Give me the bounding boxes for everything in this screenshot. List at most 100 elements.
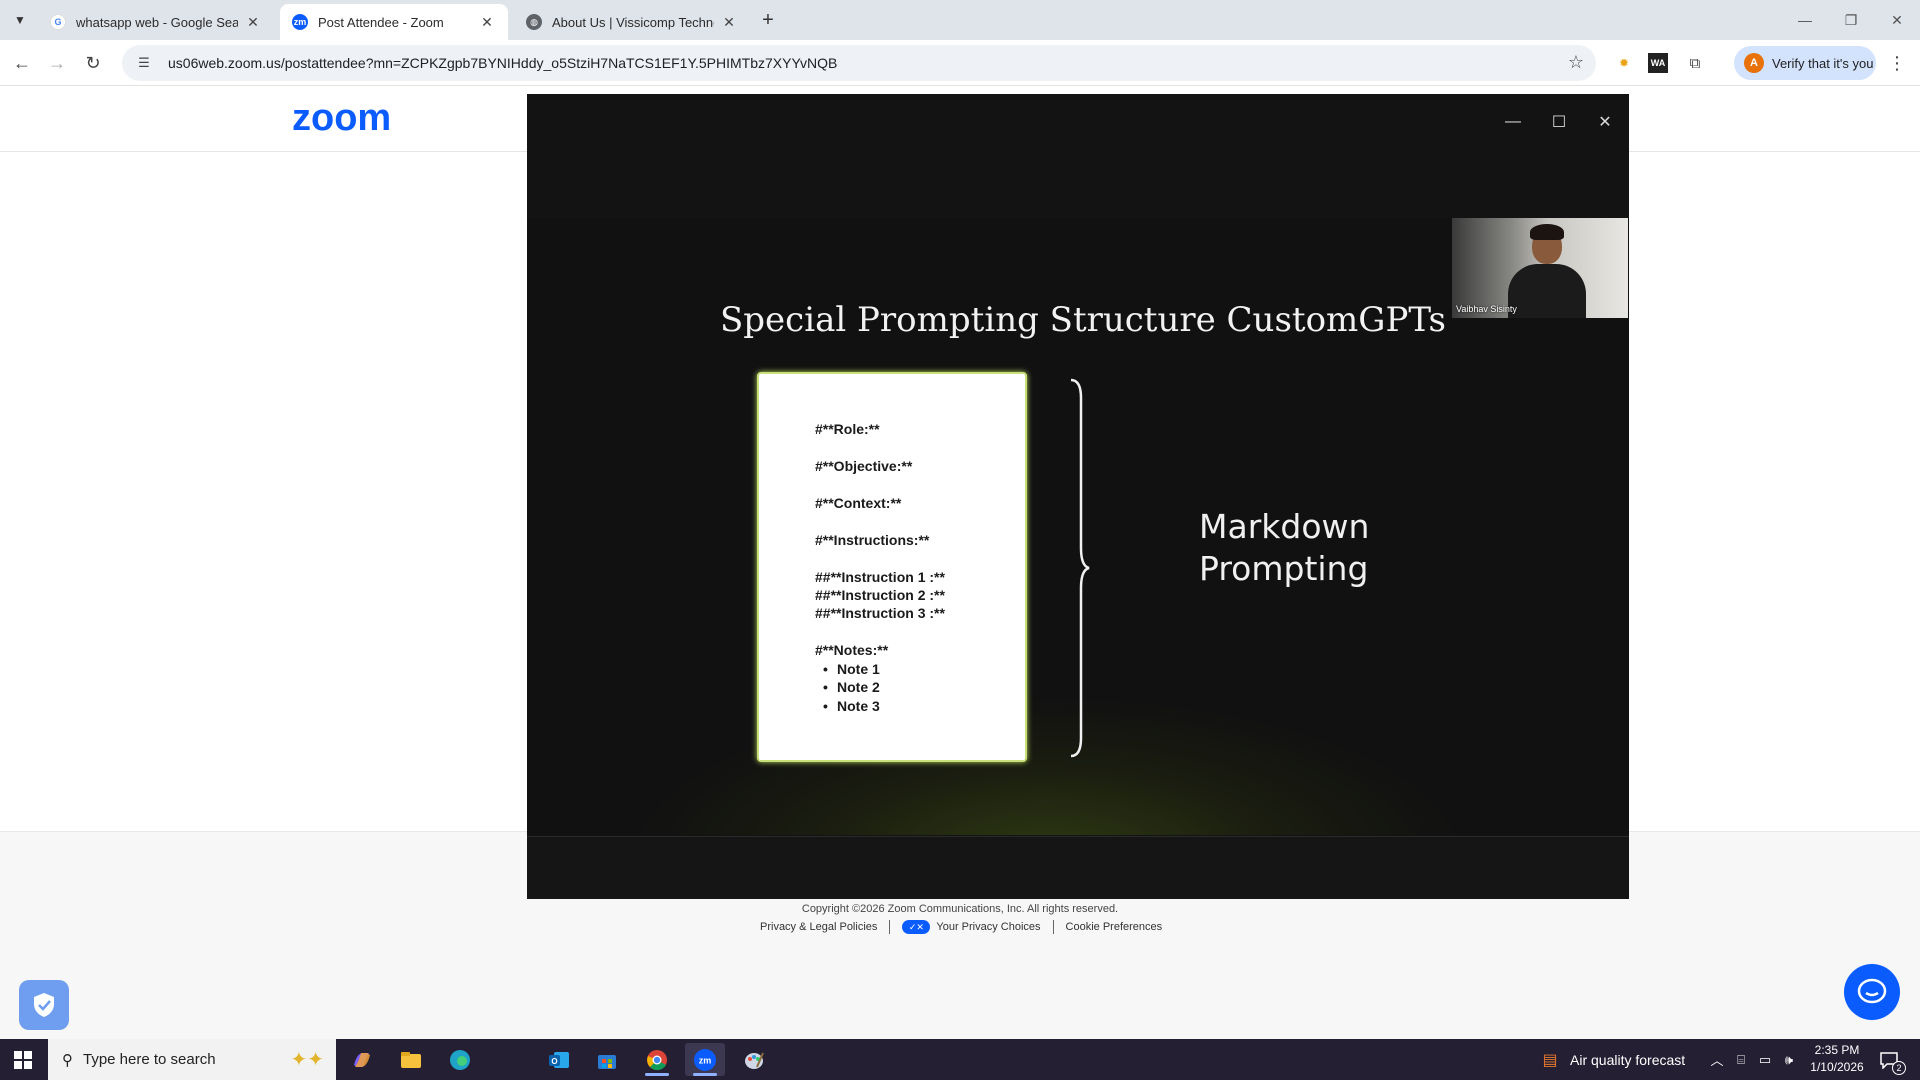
code-line: #**Objective:** bbox=[815, 458, 913, 474]
privacy-choices-toggle-icon: ✓✕ bbox=[902, 920, 931, 934]
copyright-label: Copyright ©2026 Zoom Communications, Inc… bbox=[801, 903, 1119, 915]
reload-icon[interactable]: ↻ bbox=[81, 51, 105, 75]
search-icon: ⚲ bbox=[62, 1051, 73, 1069]
tab-post-attendee-zoom[interactable]: zm Post Attendee - Zoom ✕ bbox=[280, 4, 508, 40]
divider bbox=[1052, 920, 1054, 934]
url-text: us06web.zoom.us/postattendee?mn=ZCPKZgpb… bbox=[168, 55, 838, 71]
meet-now-icon[interactable]: ⌸ bbox=[1730, 1039, 1752, 1080]
close-tab-icon[interactable]: ✕ bbox=[244, 13, 262, 31]
weather-label: Air quality forecast bbox=[1570, 1051, 1686, 1068]
code-line: ##**Instruction 1 :** bbox=[815, 569, 945, 585]
minimize-icon[interactable]: — bbox=[1499, 108, 1527, 136]
tab-title: Post Attendee - Zoom bbox=[318, 14, 444, 30]
copilot-icon[interactable] bbox=[342, 1043, 382, 1076]
puzzle-icon[interactable]: ⧉ bbox=[1685, 53, 1705, 73]
privacy-choices-link[interactable]: Your Privacy Choices bbox=[936, 921, 1040, 933]
cookie-preferences-link[interactable]: Cookie Preferences bbox=[1066, 921, 1163, 933]
close-window-button[interactable]: ✕ bbox=[1874, 0, 1920, 40]
avatar: A bbox=[1744, 53, 1764, 73]
close-tab-icon[interactable]: ✕ bbox=[720, 13, 738, 31]
chat-bubble-icon[interactable] bbox=[1844, 964, 1900, 1020]
site-info-icon[interactable]: ☰ bbox=[134, 53, 154, 73]
shared-slide: Special Prompting Structure CustomGPTs #… bbox=[527, 218, 1629, 835]
chevron-up-icon[interactable]: ︿ bbox=[1706, 1039, 1728, 1080]
code-line: #**Context:** bbox=[815, 495, 902, 511]
close-tab-icon[interactable]: ✕ bbox=[478, 13, 496, 31]
label-line: Prompting bbox=[1199, 549, 1369, 588]
label-line: Markdown bbox=[1199, 507, 1370, 546]
address-bar[interactable]: ☰ us06web.zoom.us/postattendee?mn=ZCPKZg… bbox=[122, 45, 1596, 81]
bookmark-star-icon[interactable]: ☆ bbox=[1568, 52, 1584, 73]
code-line: ##**Instruction 3 :** bbox=[815, 605, 945, 621]
honey-icon[interactable]: ✹ bbox=[1614, 53, 1634, 73]
copyright-text: Copyright ©2026 Zoom Communications, Inc… bbox=[0, 903, 1920, 915]
maximize-icon[interactable]: ☐ bbox=[1545, 108, 1573, 136]
store-icon[interactable] bbox=[587, 1043, 627, 1076]
forward-arrow-icon[interactable]: → bbox=[45, 51, 69, 75]
note-item: Note 2 bbox=[823, 679, 880, 695]
search-placeholder: Type here to search bbox=[83, 1051, 216, 1068]
svg-text:O: O bbox=[551, 1057, 557, 1066]
browser-menu-icon[interactable]: ⋮ bbox=[1886, 52, 1908, 74]
outlook-icon[interactable]: O bbox=[539, 1043, 579, 1076]
participant-name: Vaibhav Sisinty bbox=[1456, 304, 1517, 314]
taskbar-search-box[interactable]: ⚲ Type here to search ✦✦ bbox=[48, 1039, 336, 1080]
tab-title: About Us | Vissicomp Technolo bbox=[552, 14, 714, 30]
svg-text:zm: zm bbox=[699, 1055, 712, 1065]
zoom-meeting-window: — ☐ ✕ Special Prompting Structure Custom… bbox=[527, 94, 1629, 899]
curly-brace-icon bbox=[1070, 378, 1090, 758]
system-clock[interactable]: 2:35 PM 1/10/2026 bbox=[1802, 1042, 1872, 1076]
meeting-bottom-bar bbox=[527, 836, 1629, 899]
markdown-template-box: #**Role:** #**Objective:** #**Context:**… bbox=[757, 372, 1027, 762]
markdown-prompting-label: Markdown Prompting bbox=[1199, 506, 1369, 590]
air-quality-icon: ▤ bbox=[1542, 1051, 1558, 1069]
person-hair bbox=[1530, 224, 1564, 240]
footer-links: Privacy & Legal Policies ✓✕ Your Privacy… bbox=[760, 919, 1162, 935]
note-item: Note 1 bbox=[823, 661, 880, 677]
weather-widget[interactable]: ▤ Air quality forecast bbox=[1540, 1039, 1685, 1080]
divider bbox=[889, 920, 891, 934]
note-item: Note 3 bbox=[823, 698, 880, 714]
privacy-legal-link[interactable]: Privacy & Legal Policies bbox=[760, 921, 877, 933]
new-tab-button[interactable]: + bbox=[756, 8, 780, 32]
code-line: #**Notes:** bbox=[815, 642, 889, 658]
running-indicator bbox=[693, 1073, 717, 1076]
notification-count: 2 bbox=[1892, 1061, 1906, 1075]
edge-icon[interactable] bbox=[440, 1043, 480, 1076]
zoom-icon[interactable]: zm bbox=[685, 1043, 725, 1076]
back-arrow-icon[interactable]: ← bbox=[10, 51, 34, 75]
browser-tab-bar: ▼ G whatsapp web - Google Search ✕ zm Po… bbox=[0, 0, 1920, 40]
clock-date: 1/10/2026 bbox=[1810, 1060, 1864, 1074]
minimize-window-button[interactable]: — bbox=[1782, 0, 1828, 40]
code-line: #**Role:** bbox=[815, 421, 880, 437]
clock-time: 2:35 PM bbox=[1814, 1043, 1860, 1057]
volume-icon[interactable]: 🕪 bbox=[1778, 1039, 1800, 1080]
zoom-logo[interactable]: zoom bbox=[292, 97, 391, 140]
globe-icon: ◍ bbox=[526, 14, 542, 30]
tab-title: whatsapp web - Google Search bbox=[76, 14, 238, 30]
file-explorer-icon[interactable] bbox=[391, 1043, 431, 1076]
chrome-icon[interactable] bbox=[637, 1043, 677, 1076]
notification-center-icon[interactable]: 2 bbox=[1876, 1047, 1906, 1075]
windows-start-icon[interactable] bbox=[0, 1039, 46, 1080]
running-indicator bbox=[645, 1073, 669, 1076]
shield-check-icon[interactable] bbox=[19, 980, 69, 1030]
code-line: #**Instructions:** bbox=[815, 532, 930, 548]
wa-icon[interactable]: WA bbox=[1648, 53, 1668, 73]
person-body bbox=[1508, 264, 1586, 318]
close-icon[interactable]: ✕ bbox=[1591, 108, 1619, 136]
verify-label: Verify that it's you bbox=[1772, 55, 1874, 71]
restore-window-button[interactable]: ❐ bbox=[1828, 0, 1874, 40]
tab-search-chevron-icon[interactable]: ▼ bbox=[8, 8, 32, 32]
verify-identity-button[interactable]: A Verify that it's you bbox=[1734, 46, 1876, 80]
tab-whatsapp-search[interactable]: G whatsapp web - Google Search ✕ bbox=[38, 4, 274, 40]
network-icon[interactable]: ▭ bbox=[1754, 1039, 1776, 1080]
zoom-icon: zm bbox=[292, 14, 308, 30]
paint-icon[interactable] bbox=[734, 1043, 774, 1076]
participant-video-thumbnail[interactable]: Vaibhav Sisinty bbox=[1452, 218, 1628, 318]
code-line: ##**Instruction 2 :** bbox=[815, 587, 945, 603]
tab-about-vissicomp[interactable]: ◍ About Us | Vissicomp Technolo ✕ bbox=[514, 4, 750, 40]
browser-toolbar: ← → ↻ ☰ us06web.zoom.us/postattendee?mn=… bbox=[0, 40, 1920, 86]
google-icon: G bbox=[50, 14, 66, 30]
sparkle-icon: ✦✦ bbox=[290, 1049, 324, 1071]
